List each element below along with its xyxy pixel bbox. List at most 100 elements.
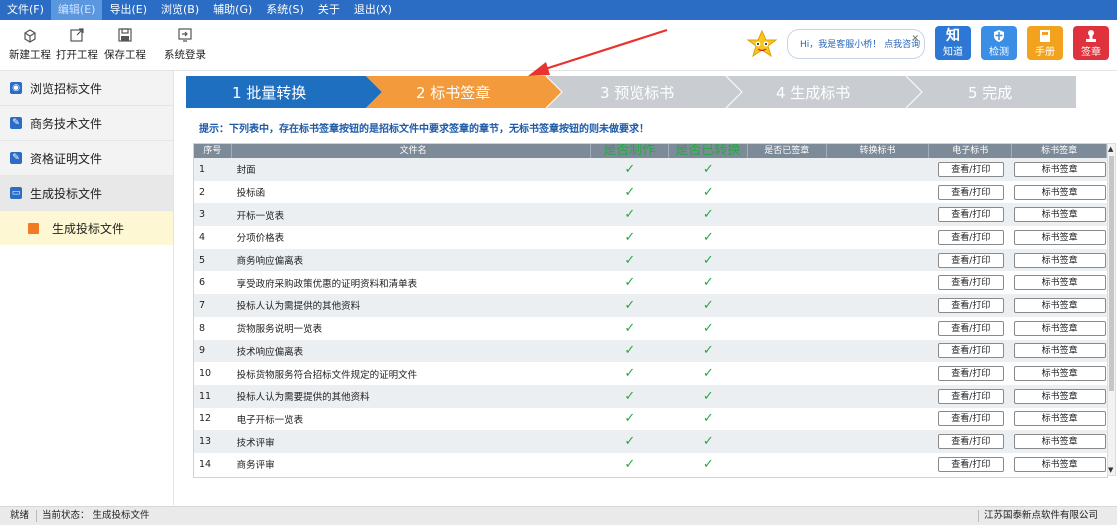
scroll-thumb[interactable] [1109,156,1114,391]
check-icon: ✓ [624,229,636,245]
open-project-button[interactable]: 打开工程 [55,26,99,62]
sidebar-item-business-tech[interactable]: ✎ 商务技术文件 [0,106,173,141]
menu-item[interactable]: 关于 [311,0,347,20]
table-row[interactable]: 14 商务评审 ✓ ✓ 查看/打印 标书签章 [194,453,1107,476]
view-print-button[interactable]: 查看/打印 [937,343,1004,359]
check-label: 检测 [989,46,1009,58]
check-icon: ✓ [702,434,714,450]
new-project-button[interactable]: 新建工程 [9,26,51,62]
check-icon: ✓ [624,297,636,313]
zhi-dao-button[interactable]: 知 知道 [935,26,971,60]
sign-doc-button[interactable]: 标书签章 [1013,320,1106,336]
sidebar-item-qualification[interactable]: ✎ 资格证明文件 [0,141,173,176]
menu-item[interactable]: 辅助(G) [206,0,259,20]
sign-doc-button[interactable]: 标书签章 [1013,388,1106,404]
menu-item[interactable]: 导出(E) [102,0,154,20]
view-print-button[interactable]: 查看/打印 [937,411,1004,427]
check-icon: ✓ [624,275,636,291]
convert-cell [827,385,930,408]
table-row[interactable]: 10 投标货物服务符合招标文件规定的证明文件 ✓ ✓ 查看/打印 标书签章 [194,362,1107,385]
save-project-button[interactable]: 保存工程 [103,26,147,62]
table-row[interactable]: 11 投标人认为需要提供的其他资料 ✓ ✓ 查看/打印 标书签章 [194,384,1107,408]
view-print-button[interactable]: 查看/打印 [937,366,1004,382]
convert-cell [827,158,930,181]
document-icon: ▭ [10,187,22,199]
convert-cell [827,453,930,476]
table-row[interactable]: 1 封面 ✓ ✓ 查看/打印 标书签章 [194,158,1107,181]
view-print-button[interactable]: 查看/打印 [937,184,1004,200]
sidebar-item-generate-bid[interactable]: ▭ 生成投标文件 [0,176,173,211]
view-print-button[interactable]: 查看/打印 [937,207,1004,223]
sign-doc-button[interactable]: 标书签章 [1013,411,1106,427]
row-number: 13 [199,436,212,448]
login-icon [178,28,192,42]
assistant-mascot-icon[interactable] [741,29,783,65]
view-print-button[interactable]: 查看/打印 [937,434,1004,450]
table-row[interactable]: 13 技术评审 ✓ ✓ 查看/打印 标书签章 [194,430,1107,453]
view-print-button[interactable]: 查看/打印 [937,320,1004,336]
header-converted: 是否已转换 [669,144,748,158]
sign-button[interactable]: 签章 [1073,26,1109,60]
signed-cell [748,453,827,476]
table-scrollbar[interactable]: ▲ ▼ [1107,143,1116,476]
menu-item[interactable]: 系统(S) [259,0,311,20]
view-print-button[interactable]: 查看/打印 [937,456,1004,472]
sign-doc-button[interactable]: 标书签章 [1013,343,1106,359]
check-icon: ✓ [702,320,714,336]
table-row[interactable]: 2 投标函 ✓ ✓ 查看/打印 标书签章 [194,181,1107,204]
sign-doc-button[interactable]: 标书签章 [1013,275,1106,291]
view-print-button[interactable]: 查看/打印 [937,161,1004,177]
sign-cell: 标书签章 [1012,408,1107,431]
sign-doc-button[interactable]: 标书签章 [1013,252,1106,268]
zhi-dao-label: 知道 [943,46,963,58]
sign-doc-button[interactable]: 标书签章 [1013,184,1106,200]
signed-cell [748,317,827,340]
row-filename: 投标货物服务符合招标文件规定的证明文件 [236,369,418,381]
scroll-up-icon[interactable]: ▲ [1108,145,1113,153]
manual-button[interactable]: 手册 [1027,26,1063,60]
table-row[interactable]: 4 分项价格表 ✓ ✓ 查看/打印 标书签章 [194,226,1107,249]
header-ebid: 电子标书 [929,144,1013,158]
sidebar-subitem-generate-bid[interactable]: 生成投标文件 [0,211,173,245]
table-row[interactable]: 7 投标人认为需提供的其他资料 ✓ ✓ 查看/打印 标书签章 [194,294,1107,317]
step-3-label: 3 预览标书 [600,84,674,102]
sign-doc-button[interactable]: 标书签章 [1013,229,1106,245]
menu-item[interactable]: 编辑(E) [50,0,103,20]
table-row[interactable]: 5 商务响应偏离表 ✓ ✓ 查看/打印 标书签章 [194,248,1107,272]
sign-doc-button[interactable]: 标书签章 [1013,366,1106,382]
table-row[interactable]: 6 享受政府采购政策优惠的证明资料和清单表 ✓ ✓ 查看/打印 标书签章 [194,271,1107,294]
scroll-down-icon[interactable]: ▼ [1108,466,1113,474]
sign-doc-button[interactable]: 标书签章 [1013,297,1106,313]
system-login-button[interactable]: 系统登录 [163,26,207,62]
menu-item[interactable]: 退出(X) [347,0,399,20]
table-row[interactable]: 8 货物服务说明一览表 ✓ ✓ 查看/打印 标书签章 [194,317,1107,340]
signed-cell [748,385,827,408]
table-row[interactable]: 9 技术响应偏离表 ✓ ✓ 查看/打印 标书签章 [194,339,1107,363]
convert-cell [827,226,930,249]
sidebar-item-browse-tender[interactable]: ◉ 浏览招标文件 [0,71,173,106]
table-row[interactable]: 3 开标一览表 ✓ ✓ 查看/打印 标书签章 [194,203,1107,227]
view-print-button[interactable]: 查看/打印 [937,297,1004,313]
signed-cell [748,226,827,249]
row-filename: 技术响应偏离表 [236,346,304,358]
check-button[interactable]: 检测 [981,26,1017,60]
check-icon: ✓ [702,456,714,472]
sign-doc-button[interactable]: 标书签章 [1013,161,1106,177]
sign-doc-button[interactable]: 标书签章 [1013,456,1106,472]
close-icon[interactable]: ✕ [911,24,919,54]
view-print-button[interactable]: 查看/打印 [937,388,1004,404]
save-project-label: 保存工程 [104,49,146,61]
menu-item[interactable]: 文件(F) [0,0,51,20]
sign-doc-button[interactable]: 标书签章 [1013,434,1106,450]
table-row[interactable]: 12 电子开标一览表 ✓ ✓ 查看/打印 标书签章 [194,408,1107,431]
sign-cell: 标书签章 [1012,340,1107,363]
view-cell: 查看/打印 [929,203,1012,226]
view-print-button[interactable]: 查看/打印 [937,252,1004,268]
sidebar-item-label: 生成投标文件 [30,186,103,201]
menu-item[interactable]: 浏览(B) [154,0,206,20]
check-icon: ✓ [624,161,636,177]
view-print-button[interactable]: 查看/打印 [937,275,1004,291]
sign-doc-button[interactable]: 标书签章 [1013,207,1106,223]
assistant-bubble[interactable]: Hi，我是客服小桥！ 点我咨询 ✕ [787,29,925,59]
view-print-button[interactable]: 查看/打印 [937,229,1004,245]
